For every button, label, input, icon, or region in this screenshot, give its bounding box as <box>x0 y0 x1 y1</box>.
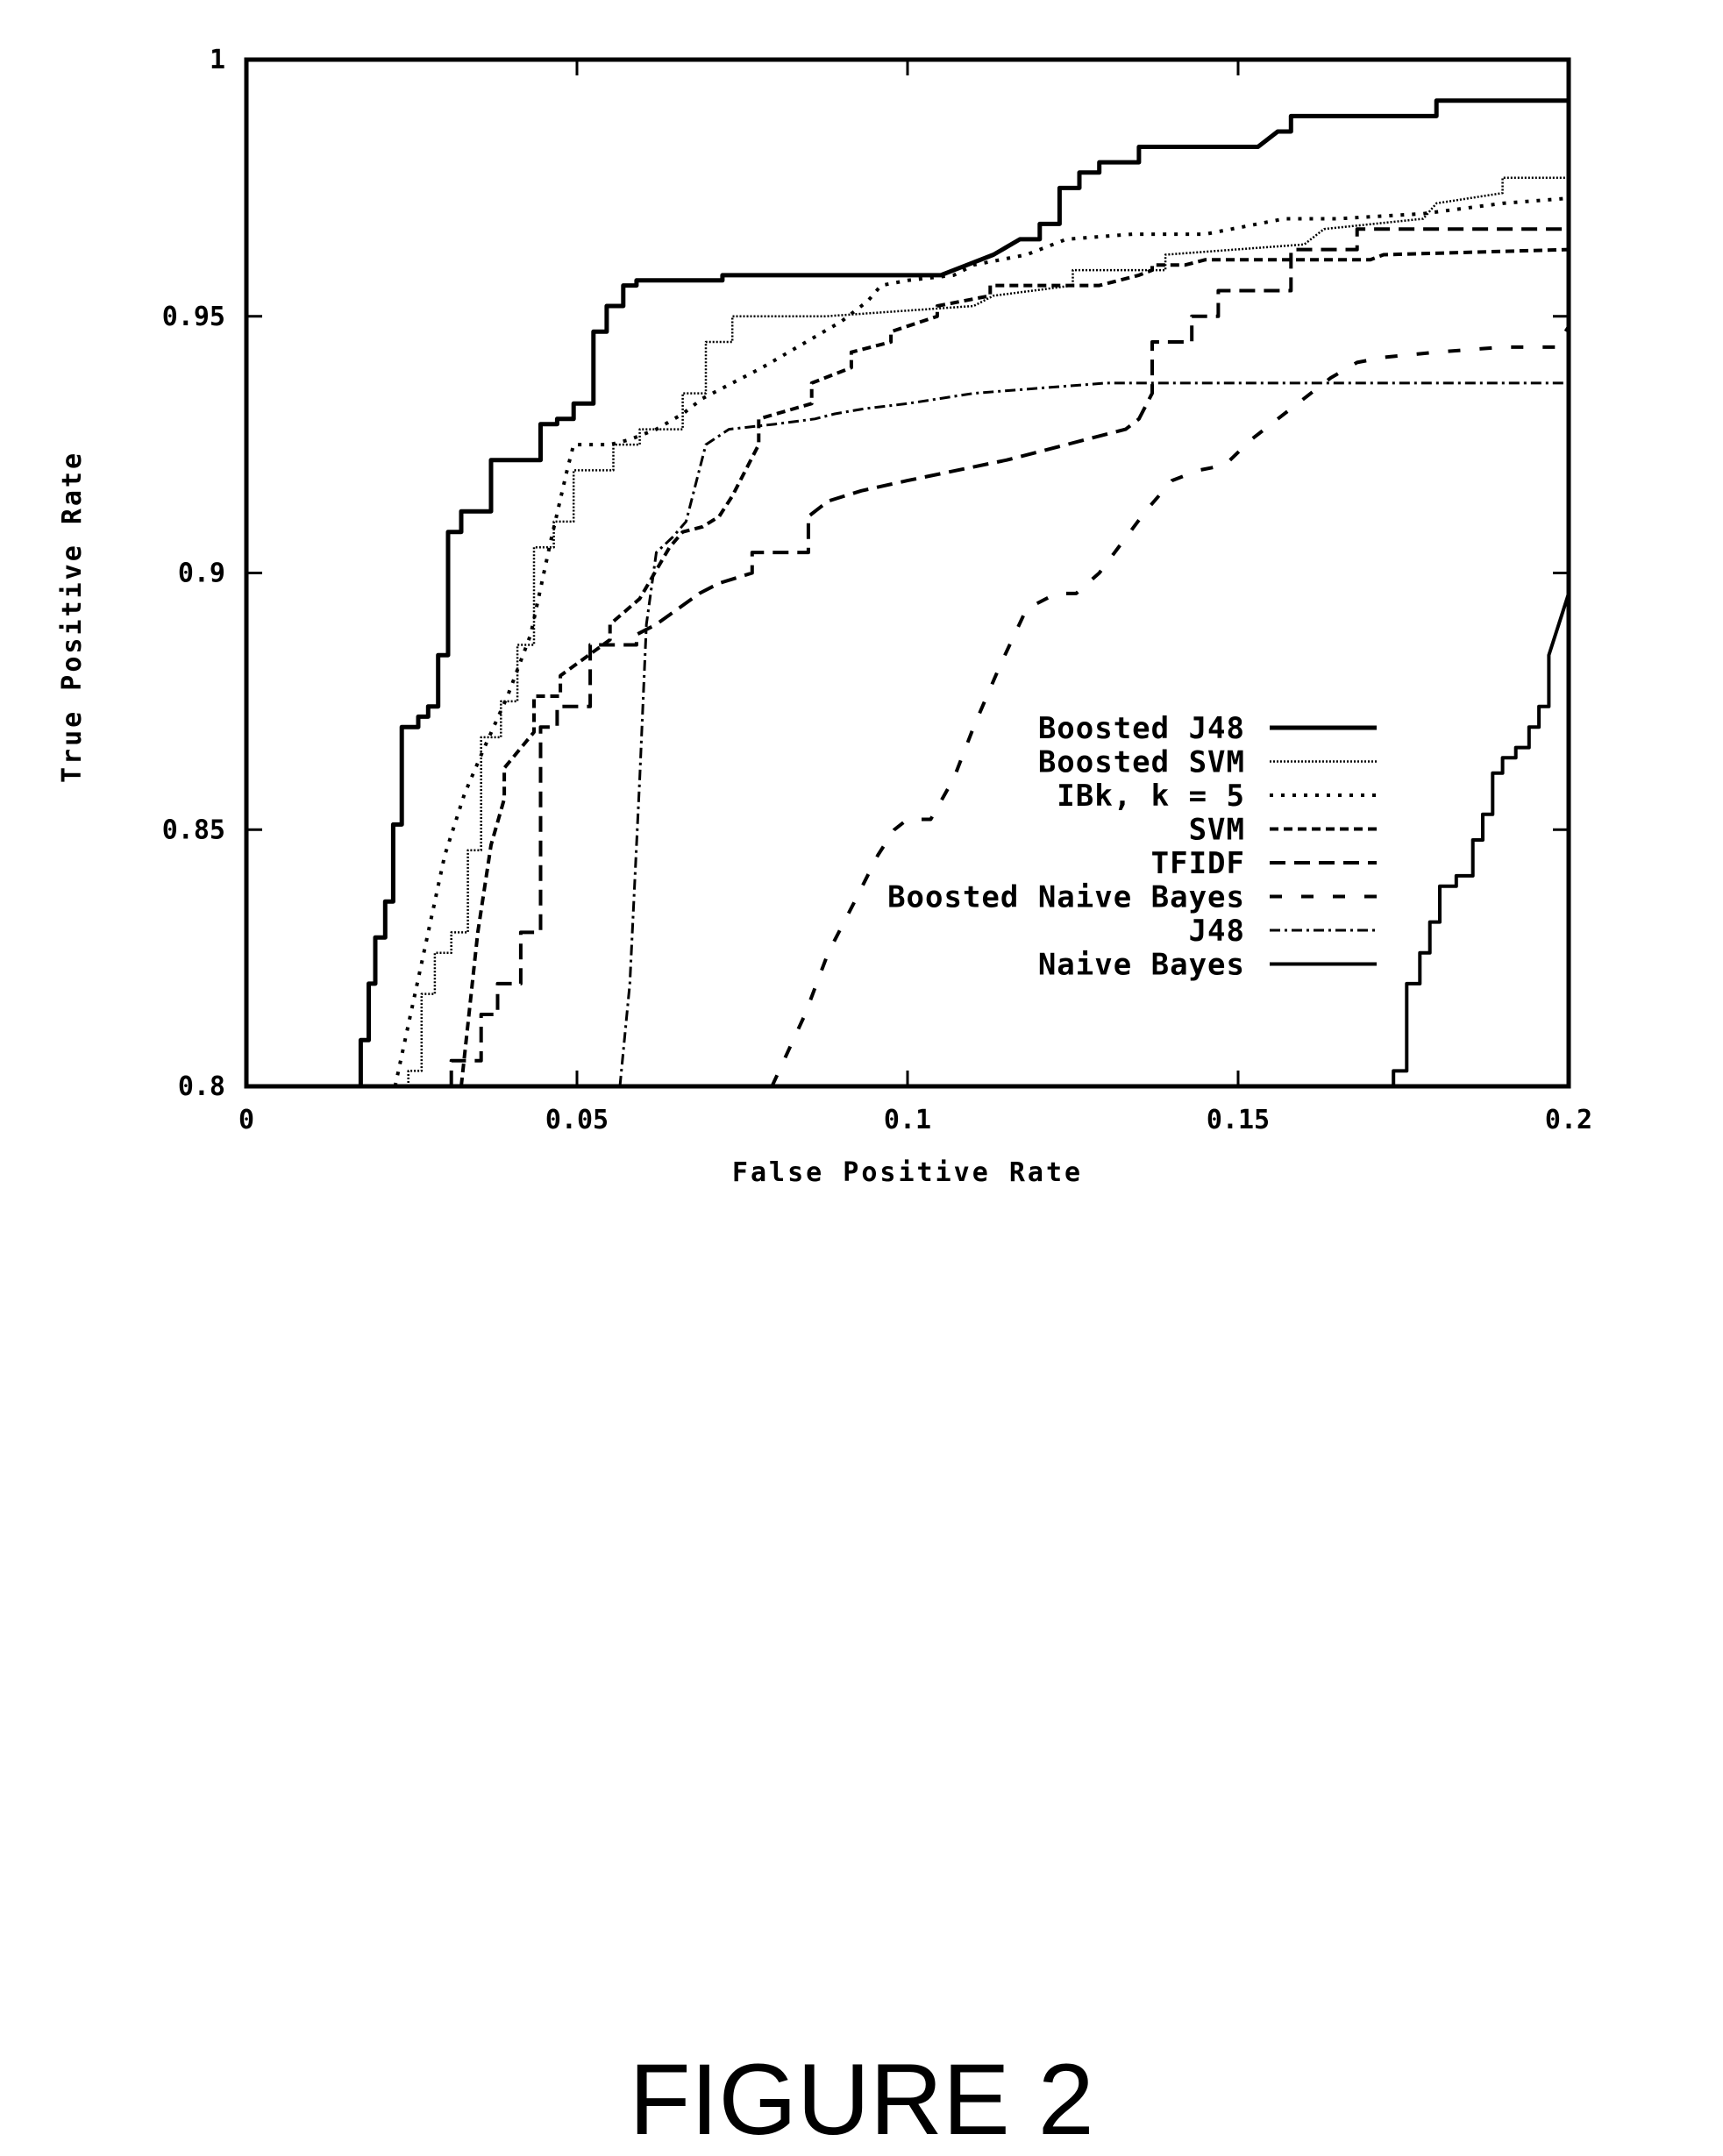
legend-label: SVM <box>1189 813 1245 848</box>
legend-label: Naive Bayes <box>1038 948 1245 983</box>
curve-layer <box>358 98 1569 1086</box>
legend-label: Boosted J48 <box>1038 711 1245 746</box>
y-axis-ticks: 0.8 0.85 0.9 0.95 1 <box>162 45 1569 1102</box>
roc-chart: 0 0.05 0.1 0.15 0.2 0.8 0.85 0.9 0.95 1 False Po… <box>57 45 1592 1188</box>
y-tick-label: 1 <box>210 45 225 75</box>
x-axis-title: False Positive Rate <box>732 1157 1083 1188</box>
legend: Boosted J48Boosted SVMIBk, k = 5SVMTFIDF… <box>887 711 1377 983</box>
legend-label: Boosted SVM <box>1038 745 1245 780</box>
curve-svm <box>459 247 1569 1086</box>
curve-boosted-j48 <box>358 98 1569 1086</box>
curve-naive-bayes <box>1392 593 1569 1086</box>
x-tick-label: 0.2 <box>1545 1105 1592 1135</box>
x-tick-label: 0 <box>239 1105 254 1135</box>
x-tick-label: 0.1 <box>884 1105 931 1135</box>
curve-ibk-k-5 <box>393 196 1569 1086</box>
plot-frame <box>244 57 1571 1089</box>
y-axis-title: True Positive Rate <box>57 451 88 783</box>
legend-label: TFIDF <box>1151 846 1245 881</box>
figure-caption: FIGURE 2 <box>629 2044 1094 2156</box>
curve-tfidf <box>449 227 1569 1086</box>
legend-label: Boosted Naive Bayes <box>887 880 1245 915</box>
curve-boosted-svm <box>407 176 1569 1086</box>
y-tick-label: 0.8 <box>178 1071 225 1102</box>
y-tick-label: 0.95 <box>162 302 225 332</box>
legend-label: IBk, k = 5 <box>1057 779 1245 814</box>
x-axis-ticks: 0 0.05 0.1 0.15 0.2 <box>239 60 1592 1135</box>
y-tick-label: 0.85 <box>162 815 225 845</box>
legend-label: J48 <box>1189 914 1245 949</box>
x-tick-label: 0.05 <box>545 1105 609 1135</box>
x-tick-label: 0.15 <box>1207 1105 1270 1135</box>
y-tick-label: 0.9 <box>178 559 225 589</box>
